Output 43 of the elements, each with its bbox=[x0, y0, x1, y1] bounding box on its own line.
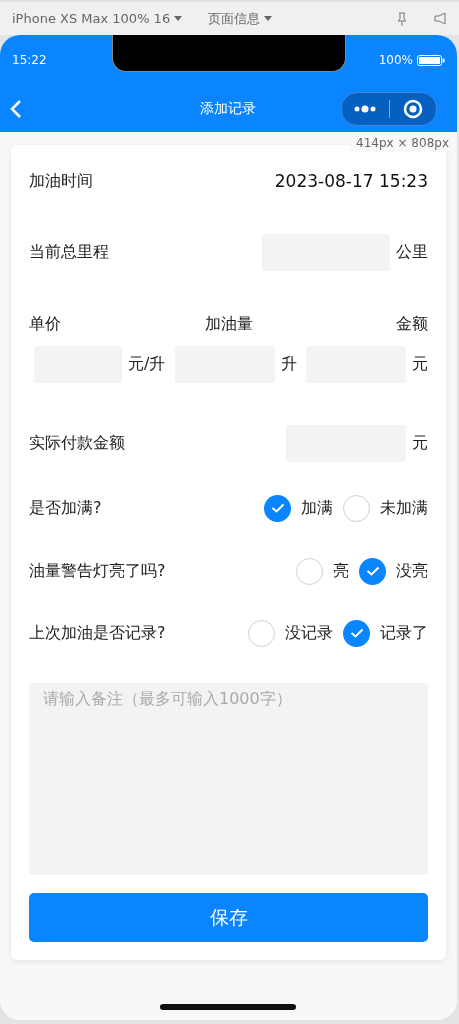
radio-button[interactable] bbox=[343, 619, 370, 647]
option-label: 加满 bbox=[301, 497, 333, 519]
page-info-menu[interactable]: 页面信息 bbox=[208, 9, 273, 28]
page-title: 添加记录 bbox=[199, 99, 257, 118]
unit-label: 公里 bbox=[396, 241, 428, 263]
field-label: 加油时间 bbox=[29, 170, 93, 192]
option-label: 亮 bbox=[333, 560, 349, 582]
unit-label: 升 bbox=[280, 354, 297, 375]
status-time: 15:22 bbox=[12, 53, 47, 67]
remark-field[interactable]: 请输入备注（最多可输入1000字） bbox=[29, 683, 428, 875]
field-label: 金额 bbox=[396, 313, 428, 335]
check-icon bbox=[349, 628, 364, 638]
radio-button[interactable] bbox=[248, 619, 275, 647]
option-label: 没亮 bbox=[396, 560, 428, 582]
option-label: 记录了 bbox=[380, 622, 428, 644]
unit-label: 元 bbox=[412, 354, 428, 375]
field-label: 当前总里程 bbox=[29, 241, 109, 263]
back-icon[interactable] bbox=[10, 98, 22, 119]
unit-label: 元 bbox=[412, 432, 428, 454]
time-value[interactable]: 2023-08-17 15:23 bbox=[274, 171, 428, 191]
battery-percent: 100% bbox=[378, 53, 413, 67]
question-label: 上次加油是否记录? bbox=[29, 622, 166, 644]
radio-button[interactable] bbox=[264, 494, 291, 522]
question-label: 是否加满? bbox=[29, 497, 102, 519]
save-button[interactable]: 保存 bbox=[29, 893, 428, 942]
question-label: 油量警告灯亮了吗? bbox=[29, 560, 166, 582]
device-selector[interactable]: iPhone XS Max 100% 16 bbox=[12, 11, 183, 26]
unit-label: 元/升 bbox=[128, 354, 166, 375]
radio-button[interactable] bbox=[296, 557, 323, 585]
radio-button[interactable] bbox=[359, 557, 386, 585]
check-icon bbox=[365, 566, 380, 576]
field-label: 加油量 bbox=[204, 313, 253, 335]
check-icon bbox=[270, 503, 285, 513]
field-label: 单价 bbox=[29, 313, 61, 335]
battery-icon bbox=[417, 54, 445, 66]
option-label: 没记录 bbox=[285, 622, 333, 644]
field-label: 实际付款金额 bbox=[29, 432, 125, 454]
option-label: 未加满 bbox=[380, 497, 428, 519]
pin-icon[interactable] bbox=[396, 11, 408, 26]
speaker-icon[interactable] bbox=[434, 12, 447, 25]
radio-button[interactable] bbox=[343, 494, 370, 522]
caret-icon bbox=[174, 16, 183, 21]
caret-icon bbox=[264, 16, 273, 21]
